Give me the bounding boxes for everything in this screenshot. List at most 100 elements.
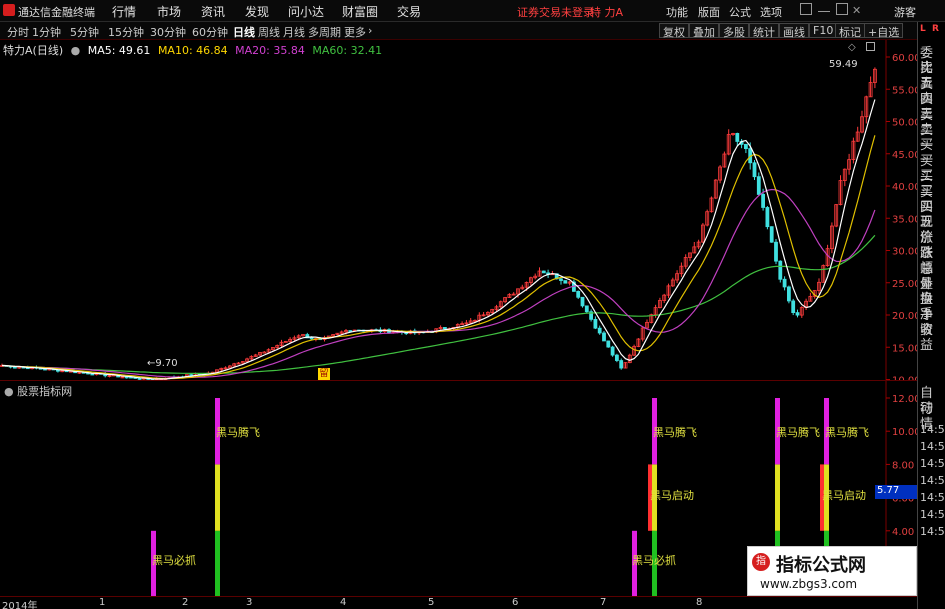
period-intraday[interactable]: 分时 — [7, 24, 29, 40]
signal-label: 黑马腾飞 — [653, 425, 697, 439]
candle-body — [597, 327, 602, 334]
candle-body — [559, 278, 563, 281]
menu-options[interactable]: 选项 — [760, 4, 782, 20]
menu-discover[interactable]: 发现 — [245, 3, 269, 20]
menu-quotes[interactable]: 行情 — [112, 3, 136, 20]
candle-body — [615, 354, 619, 361]
time-label: 1 — [99, 597, 106, 608]
signal-bar — [215, 530, 220, 597]
candle-body — [262, 351, 267, 354]
candle-body — [541, 270, 546, 274]
period-1min[interactable]: 1分钟 — [32, 24, 61, 40]
candle-body — [602, 332, 606, 342]
signal-label: 黑马启动 — [822, 489, 866, 502]
signal-label: 黑马启动 — [650, 489, 694, 502]
price-tick: 20.00 — [892, 311, 917, 322]
candle-body — [442, 327, 447, 330]
watermark-logo: 指 指标公式网 www.zbgs3.com — [747, 546, 917, 596]
period-daily[interactable]: 日线 — [233, 24, 255, 40]
kline-svg: 60.00 55.00 50.00 45.00 40.00 35.00 30.00 25.00… — [0, 40, 917, 380]
period-30min[interactable]: 30分钟 — [150, 24, 186, 40]
candle-body — [756, 176, 761, 195]
side-item[interactable]: 收益 — [920, 323, 945, 353]
candle-body — [584, 305, 589, 313]
time-label: 2 — [182, 597, 189, 608]
watermark-icon: 指 — [752, 553, 770, 571]
menu-market[interactable]: 市场 — [157, 3, 181, 20]
add-watchlist-button[interactable]: +自选 — [864, 23, 904, 39]
time-label: 8 — [696, 597, 703, 608]
candle-body — [606, 340, 611, 348]
indicator-tick: 12.00 — [892, 394, 917, 405]
candle-body — [610, 346, 615, 356]
candle-body — [782, 278, 787, 288]
period-5min[interactable]: 5分钟 — [70, 24, 99, 40]
settings-icon[interactable]: ● — [4, 385, 17, 398]
user-label[interactable]: 游客 — [894, 4, 916, 20]
candle-body — [563, 280, 568, 284]
menu-news[interactable]: 资讯 — [201, 3, 225, 20]
candle-body — [787, 286, 791, 302]
current-value-badge: 5.77 — [875, 485, 917, 499]
kline-chart[interactable]: 60.00 55.00 50.00 45.00 40.00 35.00 30.00 25.00… — [0, 40, 917, 380]
restore-rights-button[interactable]: 复权 — [659, 23, 689, 39]
statistics-button[interactable]: 统计 — [749, 23, 779, 39]
period-more[interactable]: 更多 — [344, 24, 366, 40]
stock-name: 特 力A — [590, 6, 624, 19]
chevron-right-icon[interactable]: › — [368, 24, 372, 37]
multi-stock-button[interactable]: 多股 — [719, 23, 749, 39]
candle-body — [769, 226, 774, 243]
candle-body — [765, 207, 770, 228]
quote-side-panel[interactable]: L R 委比 卖五 卖四 卖三 卖二 卖一 买一 买二 买三 买四 买五 现价 涨跌 涨幅 总量 外盘 换手 净资… — [917, 22, 945, 609]
minimize-icon[interactable] — [818, 3, 830, 12]
period-60min[interactable]: 60分钟 — [192, 24, 228, 40]
time-label: 5 — [428, 597, 435, 608]
overlay-button[interactable]: 叠加 — [689, 23, 719, 39]
candle-body — [124, 376, 129, 379]
signal-label: 黑马必抓 — [632, 553, 676, 567]
period-weekly[interactable]: 周线 — [258, 24, 280, 40]
diamond-icon[interactable]: ◇ — [848, 42, 856, 53]
menu-assistant[interactable]: 问小达 — [288, 3, 324, 20]
period-monthly[interactable]: 月线 — [283, 24, 305, 40]
menu-formula[interactable]: 公式 — [729, 4, 751, 20]
marker-badge[interactable]: 留 — [318, 368, 330, 380]
side-time: 14:50 — [920, 457, 945, 470]
side-time: 14:50 — [920, 508, 945, 521]
price-tick: 45.00 — [892, 150, 917, 161]
candle-body — [774, 241, 778, 262]
menu-wealth[interactable]: 财富圈 — [342, 3, 378, 20]
ma-legend: 特力A(日线) ● MA5: 49.61 MA10: 46.84 MA20: 3… — [3, 42, 386, 58]
settings-icon[interactable]: ● — [71, 44, 81, 57]
window-icon[interactable] — [866, 42, 875, 51]
candle-body — [761, 194, 765, 208]
watermark-url: www.zbgs3.com — [760, 577, 858, 591]
signal-label: 黑马腾飞 — [216, 425, 260, 439]
time-label: 7 — [600, 597, 607, 608]
menu-layout[interactable]: 版面 — [698, 4, 720, 20]
side-tag-r: R — [932, 24, 939, 34]
mark-button[interactable]: 标记 — [835, 23, 865, 39]
maximize-icon[interactable] — [836, 3, 848, 15]
candle-body — [309, 337, 314, 340]
time-axis: 2014年 1 2 3 4 5 6 7 8 — [0, 596, 917, 609]
signal-label: 黑马必抓 — [152, 553, 196, 567]
period-multi[interactable]: 多周期 — [308, 24, 341, 40]
f10-button[interactable]: F10 — [809, 23, 838, 38]
menu-trade[interactable]: 交易 — [397, 3, 421, 20]
close-icon[interactable]: ✕ — [852, 4, 861, 17]
period-15min[interactable]: 15分钟 — [108, 24, 144, 40]
menu-function[interactable]: 功能 — [666, 4, 688, 20]
side-time: 14:50 — [920, 491, 945, 504]
signal-bar — [215, 464, 220, 531]
draw-line-button[interactable]: 画线 — [779, 23, 809, 39]
app-title: 通达信金融终端 — [18, 6, 95, 19]
time-label: 6 — [512, 597, 519, 608]
title-bar: 通达信金融终端 行情 市场 资讯 发现 问小达 财富圈 交易 证券交易未登录 特… — [0, 0, 945, 22]
side-time: 14:50 — [920, 423, 945, 436]
login-status[interactable]: 证券交易未登录 — [517, 4, 594, 20]
last-price-label: 59.49 — [829, 59, 858, 70]
indicator-tick: 8.00 — [892, 460, 914, 471]
settings-icon[interactable] — [800, 3, 812, 15]
ma10-line — [1, 135, 876, 380]
